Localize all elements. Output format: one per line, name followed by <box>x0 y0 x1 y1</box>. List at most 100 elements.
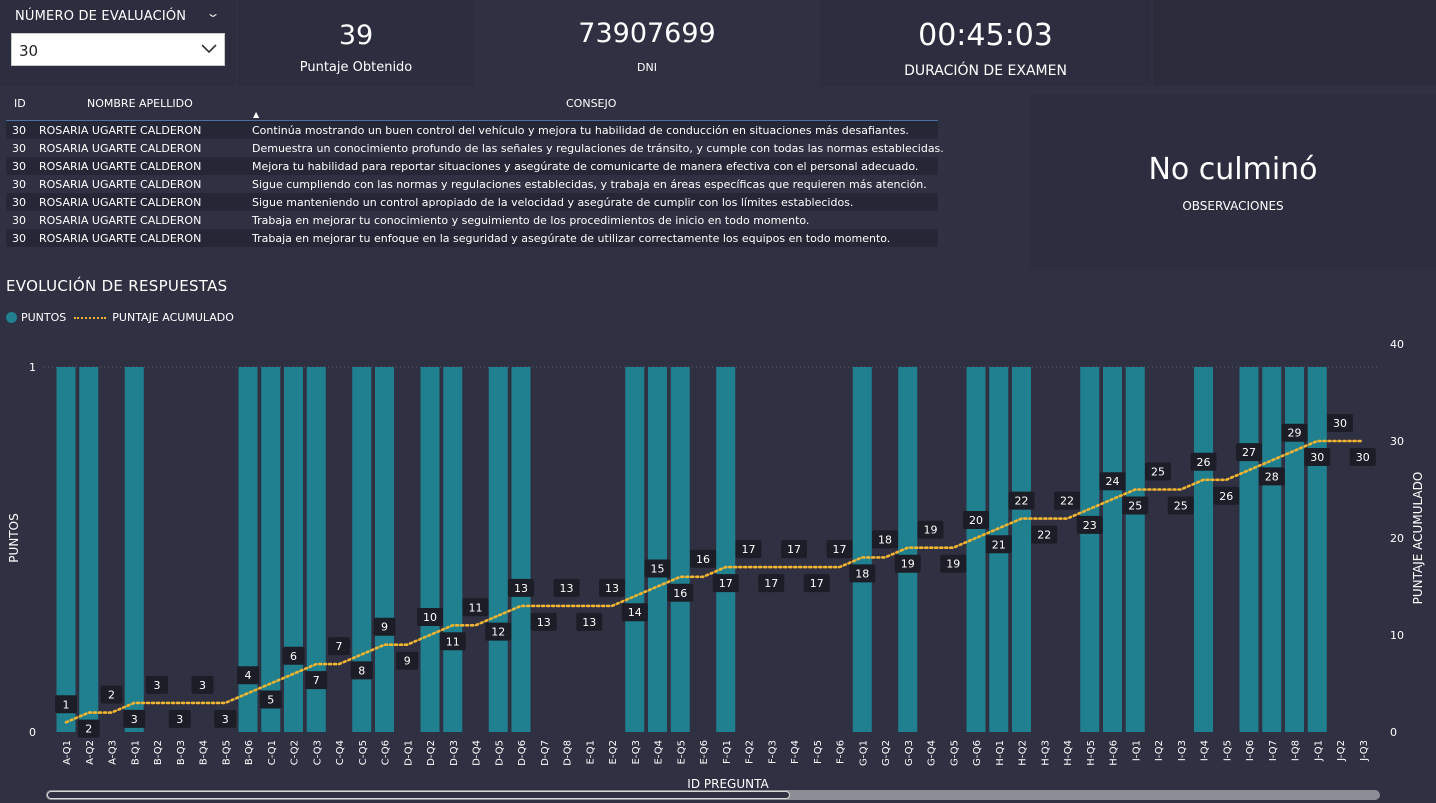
data-label: 22 <box>1060 495 1074 508</box>
bar[interactable] <box>443 367 463 732</box>
bar[interactable] <box>716 367 736 732</box>
data-label: 14 <box>628 606 642 619</box>
y2-tick-label: 20 <box>1390 532 1404 545</box>
bar[interactable] <box>852 367 872 732</box>
bar[interactable] <box>79 367 99 732</box>
x-tick-label: H-Q1 <box>995 740 1006 766</box>
evaluation-dropdown[interactable]: 30 <box>11 33 225 66</box>
bar[interactable] <box>375 367 394 732</box>
x-tick-label: C-Q1 <box>267 740 278 765</box>
x-tick-label: G-Q6 <box>972 740 983 766</box>
empty-card <box>1153 0 1436 86</box>
x-tick-label: D-Q4 <box>472 740 483 766</box>
data-label: 19 <box>901 558 915 571</box>
x-tick-label: H-Q6 <box>1109 740 1120 766</box>
bar[interactable] <box>511 367 531 732</box>
x-tick-label: D-Q8 <box>563 740 574 766</box>
y2-tick-label: 30 <box>1390 435 1404 448</box>
bar[interactable] <box>1103 367 1122 732</box>
table-row[interactable]: 30 ROSARIA UGARTE CALDERON Sigue cumpliend… <box>6 175 938 193</box>
column-header-id[interactable]: ID <box>14 97 26 110</box>
x-tick-label: G-Q4 <box>927 740 938 766</box>
horizontal-scrollbar[interactable] <box>46 790 1380 800</box>
chart-legend: PUNTOS PUNTAJE ACUMULADO <box>6 311 234 324</box>
column-header-tip[interactable]: CONSEJO <box>566 97 616 110</box>
bar[interactable] <box>1194 367 1213 732</box>
table-row[interactable]: 30 ROSARIA UGARTE CALDERON Continúa mostra… <box>6 121 938 139</box>
bar[interactable] <box>1285 367 1304 732</box>
bar[interactable] <box>1262 367 1282 732</box>
x-tick-label: I-Q3 <box>1177 740 1188 761</box>
x-tick-label: A-Q3 <box>108 740 119 765</box>
x-tick-label: I-Q2 <box>1154 740 1165 761</box>
bar[interactable] <box>1307 367 1327 732</box>
y2-tick-label: 0 <box>1390 726 1397 739</box>
table-row[interactable]: 30 ROSARIA UGARTE CALDERON Sigue mantenien… <box>6 193 938 211</box>
data-label: 9 <box>404 655 411 668</box>
x-tick-label: E-Q3 <box>631 740 642 765</box>
bar[interactable] <box>124 367 144 732</box>
table-header: ID NOMBRE APELLIDO CONSEJO ▲ <box>6 94 938 121</box>
data-label: 18 <box>878 533 892 546</box>
column-header-name[interactable]: NOMBRE APELLIDO <box>87 97 193 110</box>
x-tick-label: B-Q2 <box>153 740 164 765</box>
x-tick-label: A-Q2 <box>85 740 96 765</box>
data-label: 12 <box>491 626 505 639</box>
bar[interactable] <box>261 367 281 732</box>
cell-name: ROSARIA UGARTE CALDERON <box>39 178 202 191</box>
data-label: 13 <box>537 616 551 629</box>
y2-axis-title: PUNTAJE ACUMULADO <box>1411 472 1425 605</box>
bar[interactable] <box>1012 367 1031 732</box>
cell-id: 30 <box>12 124 26 137</box>
bar[interactable] <box>1080 367 1100 732</box>
legend-cumulative-label: PUNTAJE ACUMULADO <box>112 311 234 324</box>
bar[interactable] <box>625 367 645 732</box>
data-label: 25 <box>1174 500 1188 513</box>
data-label: 10 <box>423 611 437 624</box>
dropdown-selected-value: 30 <box>19 42 39 60</box>
filter-label: NÚMERO DE EVALUACIÓN <box>15 9 187 24</box>
data-label: 15 <box>651 563 665 576</box>
x-tick-label: C-Q5 <box>358 740 369 765</box>
table-row[interactable]: 30 ROSARIA UGARTE CALDERON Trabaja en mejo… <box>6 211 938 229</box>
x-axis-title: ID PREGUNTA <box>687 777 769 791</box>
dni-card: 73907699 DNI <box>476 0 818 86</box>
cell-name: ROSARIA UGARTE CALDERON <box>39 214 202 227</box>
x-tick-label: H-Q4 <box>1063 740 1074 766</box>
cell-tip: Mejora tu habilidad para reportar situac… <box>252 160 919 173</box>
x-tick-label: F-Q6 <box>836 740 847 764</box>
scrollbar-thumb[interactable] <box>47 791 790 799</box>
cell-id: 30 <box>12 214 26 227</box>
bar[interactable] <box>1239 367 1259 732</box>
bar[interactable] <box>670 367 690 732</box>
bar[interactable] <box>420 367 440 732</box>
chevron-down-icon <box>201 44 217 54</box>
data-label: 19 <box>924 524 938 537</box>
data-label: 25 <box>1128 500 1142 513</box>
table-row[interactable]: 30 ROSARIA UGARTE CALDERON Mejora tu habil… <box>6 157 938 175</box>
bar[interactable] <box>488 367 508 732</box>
x-tick-label: I-Q7 <box>1268 740 1279 761</box>
x-tick-label: D-Q6 <box>517 740 528 766</box>
table-row[interactable]: 30 ROSARIA UGARTE CALDERON Trabaja en mejo… <box>6 229 938 247</box>
table-row[interactable]: 30 ROSARIA UGARTE CALDERON Demuestra un co… <box>6 139 944 157</box>
x-tick-label: E-Q2 <box>608 740 619 765</box>
data-label: 28 <box>1265 470 1279 483</box>
data-label: 16 <box>696 553 710 566</box>
x-tick-label: D-Q7 <box>540 740 551 766</box>
cell-name: ROSARIA UGARTE CALDERON <box>39 196 202 209</box>
x-tick-label: E-Q6 <box>699 740 710 765</box>
legend-points-label: PUNTOS <box>21 311 67 324</box>
data-label: 3 <box>199 679 206 692</box>
data-label: 7 <box>336 640 343 653</box>
collapse-chevron-icon[interactable]: ⌄ <box>205 6 220 20</box>
bar[interactable] <box>966 367 986 732</box>
data-label: 22 <box>1037 529 1051 542</box>
cell-tip: Sigue manteniendo un control apropiado d… <box>252 196 854 209</box>
bar[interactable] <box>648 367 667 732</box>
bar[interactable] <box>56 367 76 732</box>
bar[interactable] <box>1125 367 1145 732</box>
x-tick-label: F-Q5 <box>813 740 824 764</box>
cell-tip: Sigue cumpliendo con las normas y regula… <box>252 178 927 191</box>
x-tick-label: F-Q4 <box>790 740 801 764</box>
